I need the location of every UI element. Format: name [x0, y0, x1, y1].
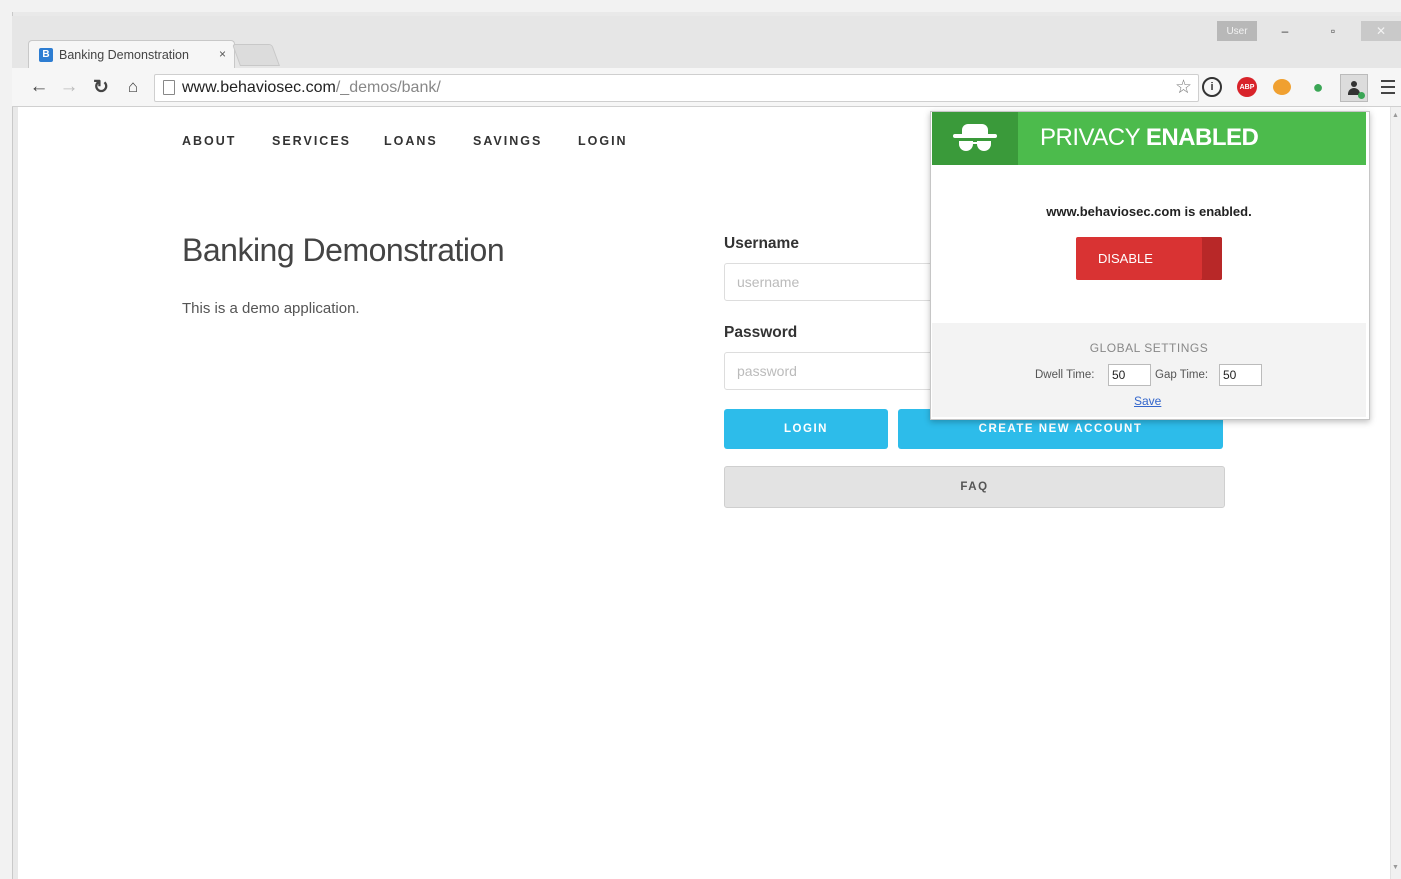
- home-icon[interactable]: ⌂: [122, 76, 144, 98]
- tab-close-icon[interactable]: ×: [219, 47, 226, 61]
- password-label: Password: [724, 324, 798, 341]
- nav-savings[interactable]: SAVINGS: [473, 134, 542, 148]
- nav-services[interactable]: SERVICES: [272, 134, 351, 148]
- popup-title: PRIVACY ENABLED: [1040, 124, 1259, 151]
- page-icon: [163, 80, 175, 95]
- favicon: B: [39, 48, 53, 62]
- popup-status-message: www.behaviosec.com is enabled.: [1046, 204, 1252, 219]
- page-title: Banking Demonstration: [182, 232, 505, 268]
- address-bar[interactable]: www.behaviosec.com/_demos/bank/ ☆: [154, 74, 1199, 102]
- menu-icon[interactable]: [1378, 76, 1398, 98]
- dwell-time-input[interactable]: [1108, 364, 1151, 386]
- save-link[interactable]: Save: [1134, 394, 1161, 408]
- maximize-button[interactable]: ▫: [1313, 21, 1353, 41]
- close-window-button[interactable]: ✕: [1361, 21, 1401, 41]
- adblock-icon[interactable]: ABP: [1237, 77, 1257, 97]
- browser-tab[interactable]: B Banking Demonstration ×: [28, 40, 235, 69]
- nav-loans[interactable]: LOANS: [384, 134, 438, 148]
- scrollbar[interactable]: [1390, 107, 1401, 879]
- gap-time-input[interactable]: [1219, 364, 1262, 386]
- spy-icon: [932, 112, 1018, 165]
- scroll-down-icon[interactable]: ▼: [1392, 864, 1399, 871]
- window-user-button[interactable]: User: [1217, 21, 1257, 41]
- nav-login[interactable]: LOGIN: [578, 134, 628, 148]
- scroll-up-icon[interactable]: ▲: [1392, 112, 1399, 119]
- gap-time-label: Gap Time:: [1155, 369, 1209, 381]
- info-icon[interactable]: i: [1202, 77, 1222, 97]
- back-icon[interactable]: ←: [28, 76, 50, 98]
- login-button[interactable]: LOGIN: [724, 409, 888, 449]
- pumpkin-icon[interactable]: [1273, 79, 1291, 95]
- url-text: www.behaviosec.com/_demos/bank/: [182, 79, 441, 96]
- privacy-extension-icon[interactable]: [1340, 74, 1368, 102]
- username-label: Username: [724, 235, 799, 252]
- tab-title: Banking Demonstration: [59, 48, 189, 62]
- star-icon[interactable]: ☆: [1175, 76, 1192, 99]
- dwell-time-label: Dwell Time:: [1035, 369, 1095, 381]
- global-settings-title: GLOBAL SETTINGS: [1089, 341, 1209, 355]
- forward-icon[interactable]: →: [58, 76, 80, 98]
- page-description: This is a demo application.: [182, 300, 360, 317]
- reload-icon[interactable]: ↻: [90, 76, 112, 98]
- window-controls: User – ▫ ✕: [1217, 20, 1401, 42]
- disable-button[interactable]: DISABLE: [1076, 237, 1222, 280]
- minimize-button[interactable]: –: [1265, 21, 1305, 41]
- pin-icon[interactable]: ●: [1307, 76, 1329, 98]
- new-tab-button[interactable]: [231, 44, 281, 66]
- nav-about[interactable]: ABOUT: [182, 134, 236, 148]
- faq-button[interactable]: FAQ: [724, 466, 1225, 508]
